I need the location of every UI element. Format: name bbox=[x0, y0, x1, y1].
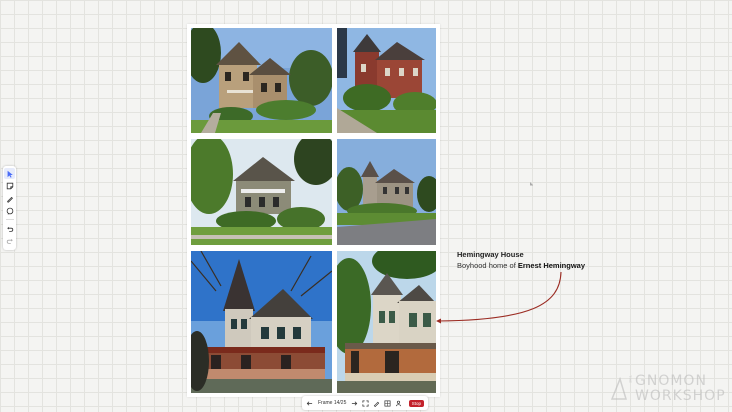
gnomon-logo-icon bbox=[610, 377, 628, 400]
fit-screen-icon bbox=[362, 399, 369, 407]
house-photo-6[interactable] bbox=[337, 251, 436, 393]
frames-icon bbox=[384, 400, 391, 406]
frames-button[interactable] bbox=[384, 400, 391, 407]
left-toolbar bbox=[3, 166, 16, 250]
laser-pointer-button[interactable] bbox=[373, 400, 380, 407]
arrow-right-icon bbox=[352, 400, 358, 406]
previous-frame-button[interactable] bbox=[306, 400, 313, 407]
house-photo-1[interactable] bbox=[191, 28, 332, 133]
toolbar-divider bbox=[5, 219, 14, 220]
pen-icon bbox=[6, 196, 13, 203]
cursor-arrow-icon bbox=[7, 170, 13, 178]
annotation-subtitle: Boyhood home of Ernest Hemingway bbox=[457, 260, 585, 271]
stop-presentation-button[interactable]: Stop bbox=[408, 399, 424, 407]
house-photo-5[interactable] bbox=[191, 251, 332, 393]
house-photo-3[interactable] bbox=[191, 139, 332, 245]
redo-button[interactable] bbox=[4, 236, 15, 247]
sticky-note-tool-button[interactable] bbox=[4, 181, 15, 192]
pen-icon bbox=[374, 401, 380, 407]
undo-icon bbox=[6, 226, 13, 232]
mouse-cursor-icon bbox=[530, 182, 533, 186]
house-photo-4[interactable] bbox=[337, 139, 436, 245]
annotation-subtitle-name: Ernest Hemingway bbox=[517, 261, 585, 270]
presentation-bar: Frame 14/25 Stop bbox=[302, 396, 428, 410]
next-frame-button[interactable] bbox=[351, 400, 358, 407]
presentation-frame[interactable] bbox=[187, 24, 440, 397]
redo-icon bbox=[6, 238, 13, 244]
watermark-line-1: GNOMON bbox=[635, 373, 707, 389]
annotation-subtitle-prefix: Boyhood home of bbox=[457, 261, 518, 270]
sticky-note-icon bbox=[6, 182, 13, 190]
pen-tool-button[interactable] bbox=[4, 193, 15, 204]
follow-presenter-button[interactable] bbox=[395, 400, 402, 407]
annotation-title: Hemingway House bbox=[457, 250, 524, 259]
arrow-left-icon bbox=[306, 400, 313, 406]
house-photo-2[interactable] bbox=[337, 28, 436, 133]
comment-tool-button[interactable] bbox=[4, 206, 15, 217]
gnomon-workshop-watermark: THE GNOMON WORKSHOP bbox=[610, 373, 728, 405]
watermark-the: THE bbox=[628, 375, 633, 383]
undo-button[interactable] bbox=[4, 223, 15, 234]
fit-frame-button[interactable] bbox=[362, 399, 369, 407]
annotation-note[interactable]: Hemingway House Boyhood home of Ernest H… bbox=[457, 250, 585, 271]
comment-icon bbox=[6, 207, 13, 215]
frame-counter: Frame 14/25 bbox=[318, 400, 347, 406]
person-icon bbox=[396, 400, 402, 406]
select-tool-button[interactable] bbox=[4, 168, 15, 179]
watermark-line-2: WORKSHOP bbox=[635, 388, 726, 404]
